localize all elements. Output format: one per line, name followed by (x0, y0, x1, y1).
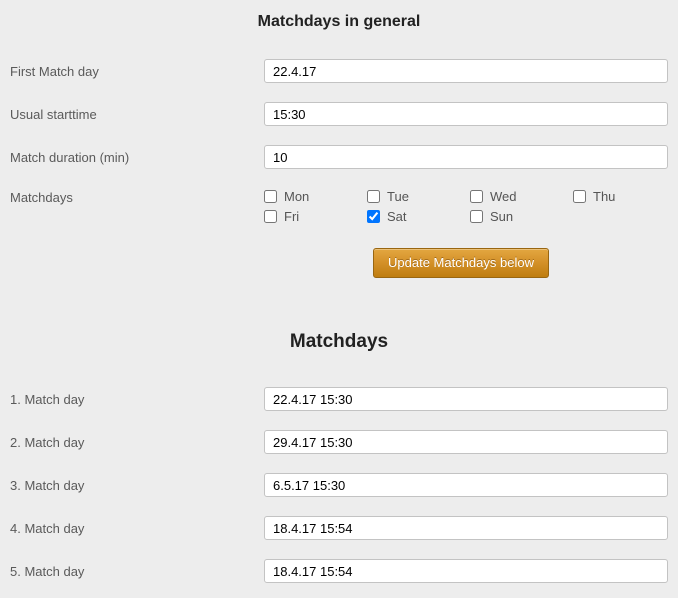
weekday-item-thu: Thu (573, 188, 676, 204)
page-title: Matchdays in general (0, 0, 678, 31)
weekday-checkbox-fri[interactable] (264, 210, 277, 223)
usual-starttime-label: Usual starttime (10, 107, 264, 122)
weekday-item-mon: Mon (264, 188, 367, 204)
weekday-checkbox-thu[interactable] (573, 190, 586, 203)
matchdays-weekday-label: Matchdays (10, 188, 264, 205)
weekday-item-tue: Tue (367, 188, 470, 204)
weekday-label-tue: Tue (387, 189, 409, 204)
match-day-2-input[interactable] (264, 430, 668, 454)
first-match-day-label: First Match day (10, 64, 264, 79)
weekday-label-sat: Sat (387, 209, 407, 224)
match-day-1-label: 1. Match day (10, 392, 264, 407)
weekday-item-fri: Fri (264, 208, 367, 224)
weekday-checkbox-sat[interactable] (367, 210, 380, 223)
first-match-day-row: First Match day (0, 59, 678, 83)
weekday-label-thu: Thu (593, 189, 615, 204)
weekday-checkbox-tue[interactable] (367, 190, 380, 203)
first-match-day-input[interactable] (264, 59, 668, 83)
update-matchdays-button[interactable]: Update Matchdays below (373, 248, 549, 278)
match-day-5-row: 5. Match day (0, 559, 678, 583)
update-button-row: Update Matchdays below (0, 248, 678, 278)
weekday-label-mon: Mon (284, 189, 309, 204)
button-area: Update Matchdays below (254, 248, 678, 278)
match-duration-row: Match duration (min) (0, 145, 678, 169)
match-day-3-label: 3. Match day (10, 478, 264, 493)
match-day-1-row: 1. Match day (0, 387, 678, 411)
matchdays-weekday-row: Matchdays Mon Tue Wed Thu Fri Sat Sun (0, 188, 678, 224)
weekday-checkbox-wed[interactable] (470, 190, 483, 203)
match-day-4-input[interactable] (264, 516, 668, 540)
weekday-item-wed: Wed (470, 188, 573, 204)
button-row-spacer (0, 248, 254, 278)
match-day-1-input[interactable] (264, 387, 668, 411)
matchdays-section-title: Matchdays (0, 331, 678, 353)
match-day-3-row: 3. Match day (0, 473, 678, 497)
match-day-5-label: 5. Match day (10, 564, 264, 579)
match-duration-input[interactable] (264, 145, 668, 169)
usual-starttime-row: Usual starttime (0, 102, 678, 126)
weekday-label-wed: Wed (490, 189, 517, 204)
weekday-label-sun: Sun (490, 209, 513, 224)
weekday-checkbox-sun[interactable] (470, 210, 483, 223)
weekday-grid: Mon Tue Wed Thu Fri Sat Sun (264, 188, 676, 224)
weekday-label-fri: Fri (284, 209, 299, 224)
weekday-checkbox-mon[interactable] (264, 190, 277, 203)
match-day-2-row: 2. Match day (0, 430, 678, 454)
match-duration-label: Match duration (min) (10, 150, 264, 165)
match-day-4-row: 4. Match day (0, 516, 678, 540)
match-day-3-input[interactable] (264, 473, 668, 497)
weekday-item-sun: Sun (470, 208, 573, 224)
match-day-2-label: 2. Match day (10, 435, 264, 450)
match-day-4-label: 4. Match day (10, 521, 264, 536)
match-day-5-input[interactable] (264, 559, 668, 583)
weekday-item-sat: Sat (367, 208, 470, 224)
usual-starttime-input[interactable] (264, 102, 668, 126)
